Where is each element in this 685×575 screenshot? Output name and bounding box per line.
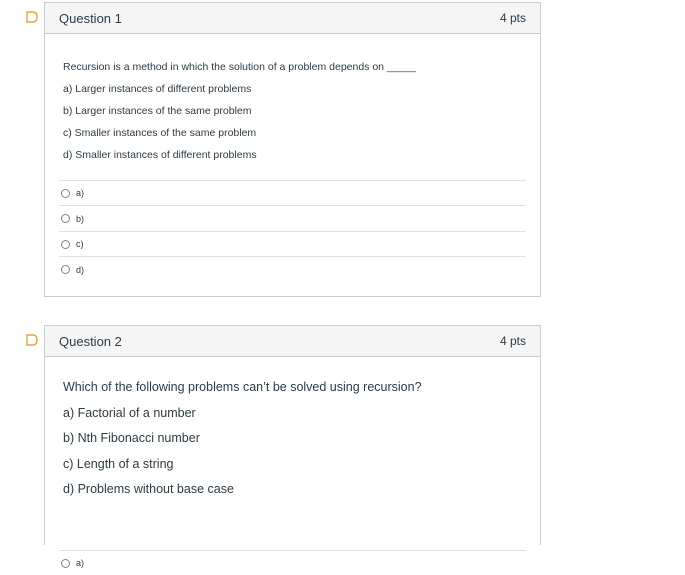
answer-list: a) b) c) d)	[59, 180, 526, 282]
radio-button[interactable]	[61, 239, 70, 249]
radio-button[interactable]	[61, 558, 70, 568]
answer-label: b)	[76, 213, 85, 224]
answer-option-a[interactable]: a)	[59, 180, 526, 205]
question-header: Question 2 4 pts	[45, 326, 540, 357]
flag-question-icon[interactable]	[25, 10, 39, 24]
question-header: Question 1 4 pts	[45, 3, 540, 34]
radio-button[interactable]	[61, 188, 70, 198]
choice-text: b) Larger instances of the same problem	[63, 105, 252, 117]
flag-question-icon[interactable]	[25, 333, 39, 347]
answer-label: c)	[76, 239, 84, 249]
question-prompt: Recursion is a method in which the solut…	[63, 61, 417, 73]
question-points: 4 pts	[499, 11, 526, 25]
question-title: Question 1	[59, 10, 122, 26]
answer-option-d[interactable]: d)	[59, 256, 526, 282]
choice-text: a) Factorial of a number	[63, 405, 196, 420]
question-1: Question 1 4 pts Recursion is a method i…	[44, 2, 541, 297]
choice-text: d) Smaller instances of different proble…	[63, 149, 257, 161]
answer-label: a)	[76, 188, 85, 198]
answer-label: a)	[76, 558, 85, 568]
question-points: 4 pts	[499, 334, 526, 348]
choice-text: a) Larger instances of different problem…	[63, 83, 252, 95]
question-2: Question 2 4 pts Which of the following …	[44, 325, 541, 568]
question-text: Recursion is a method in which the solut…	[45, 34, 540, 161]
answer-list: a)	[59, 550, 526, 575]
answer-option-c[interactable]: c)	[59, 231, 526, 256]
choice-text: d) Problems without base case	[63, 482, 234, 496]
question-prompt: Which of the following problems can’t be…	[63, 380, 422, 394]
choice-text: b) Nth Fibonacci number	[63, 431, 200, 445]
question-title: Question 2	[59, 333, 122, 349]
radio-button[interactable]	[61, 265, 70, 274]
answer-option-a[interactable]: a)	[59, 550, 526, 575]
radio-button[interactable]	[61, 214, 70, 223]
question-text: Which of the following problems can’t be…	[45, 357, 540, 532]
answer-label: d)	[76, 264, 85, 275]
choice-text: c) Smaller instances of the same problem	[63, 127, 257, 139]
choice-text: c) Length of a string	[63, 456, 174, 471]
answer-option-b[interactable]: b)	[59, 205, 526, 231]
